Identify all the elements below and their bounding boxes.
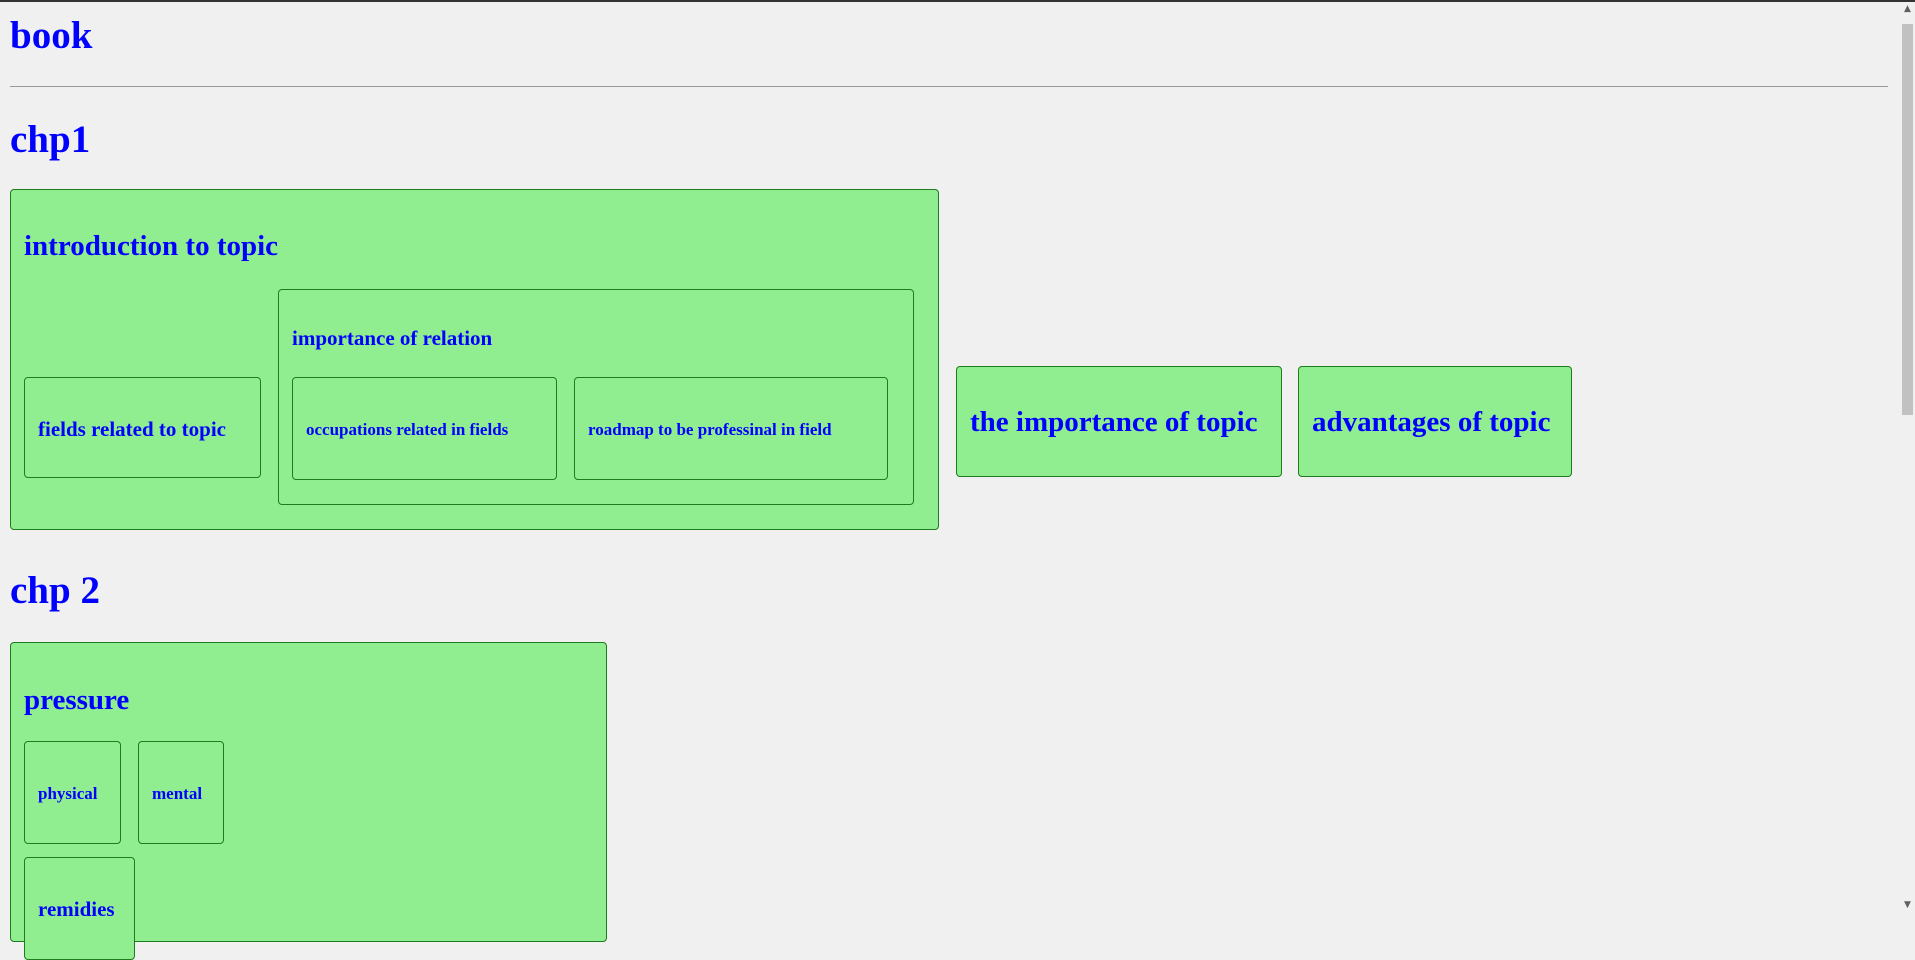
- node-fields-related-to-topic-label: fields related to topic: [38, 417, 226, 441]
- node-the-importance-of-topic: the importance of topic: [956, 366, 1282, 477]
- node-remidies-label: remidies: [38, 897, 115, 921]
- node-advantages-of-topic: advantages of topic: [1298, 366, 1572, 477]
- node-the-importance-of-topic-label: the importance of topic: [970, 406, 1258, 438]
- node-remidies: remidies: [24, 857, 135, 960]
- chapter-2-heading: chp 2: [10, 569, 100, 612]
- node-occupations-related-in-fields-label: occupations related in fields: [306, 420, 509, 439]
- node-mental: mental: [138, 741, 224, 844]
- node-introduction-to-topic: introduction to topic fields related to …: [10, 189, 939, 530]
- node-mental-label: mental: [152, 784, 203, 803]
- window-top-border: [0, 0, 1915, 2]
- node-pressure-label: pressure: [24, 684, 130, 716]
- node-pressure: pressure physical mental remidies: [10, 642, 607, 960]
- node-introduction-to-topic-label: introduction to topic: [24, 230, 279, 262]
- node-roadmap-to-be-professinal-in-field: roadmap to be professinal in field: [574, 377, 888, 480]
- chapter-1-heading: chp1: [10, 118, 91, 161]
- horizontal-rule: [10, 86, 1888, 87]
- book-heading: book: [10, 14, 93, 57]
- node-advantages-of-topic-label: advantages of topic: [1312, 406, 1551, 438]
- node-fields-related-to-topic: fields related to topic: [24, 377, 261, 478]
- node-occupations-related-in-fields: occupations related in fields: [292, 377, 557, 480]
- node-physical-label: physical: [38, 784, 98, 803]
- node-importance-of-relation: importance of relation occupations relat…: [278, 289, 914, 505]
- node-physical: physical: [24, 741, 121, 844]
- scroll-thumb[interactable]: [1902, 24, 1913, 415]
- vertical-scrollbar[interactable]: ▲ ▼: [1900, 2, 1915, 913]
- node-importance-of-relation-label: importance of relation: [292, 326, 493, 350]
- scroll-down-arrow-icon[interactable]: ▼: [1900, 898, 1915, 913]
- scroll-up-arrow-icon[interactable]: ▲: [1900, 2, 1915, 17]
- node-roadmap-label: roadmap to be professinal in field: [588, 420, 832, 439]
